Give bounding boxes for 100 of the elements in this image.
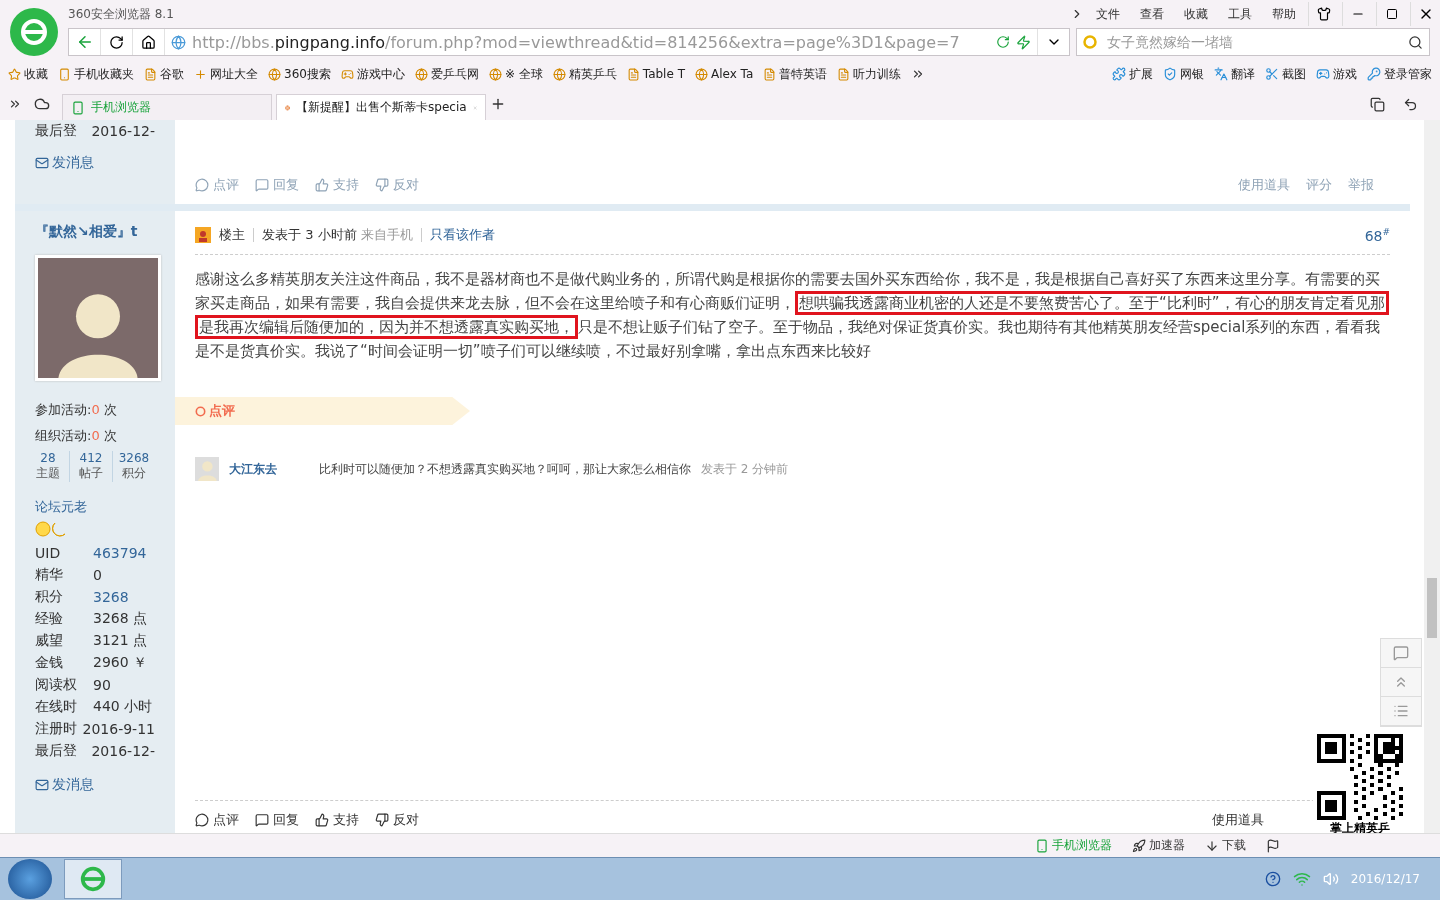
phone-icon — [71, 100, 85, 115]
bookmark-link[interactable]: 听力训练 — [837, 65, 902, 83]
extension-icon — [1367, 67, 1381, 81]
search-bar[interactable]: 女子竟然嫁给一堵墙 — [1076, 28, 1430, 56]
activity-count: 组织活动:0 次 — [35, 427, 118, 445]
profile-value: 2960 ￥ — [93, 654, 148, 672]
bookmark-link[interactable]: 手机收藏夹 — [58, 65, 134, 83]
send-message-link[interactable]: 发消息 — [35, 154, 155, 172]
search-field[interactable]: 女子竟然嫁给一堵墙 — [1105, 33, 1402, 51]
flag-icon[interactable] — [1266, 838, 1280, 853]
bookmark-icon — [8, 67, 21, 81]
bookmark-icon — [488, 67, 502, 81]
taskbar-browser-button[interactable] — [64, 859, 122, 899]
e-logo-icon — [18, 16, 50, 48]
reload-icon — [109, 34, 124, 50]
search-engine-icon — [1083, 34, 1099, 50]
thumbs-up-icon — [315, 178, 329, 192]
undo-close-icon[interactable] — [1403, 96, 1418, 112]
bookmark-icon — [763, 67, 777, 81]
post-action-link[interactable]: 支持 — [315, 811, 359, 829]
profile-value-link[interactable]: 3268 — [93, 589, 129, 605]
send-message-link[interactable]: 发消息 — [35, 776, 155, 794]
bookmark-icon — [694, 67, 708, 81]
bookmark-icon — [626, 67, 640, 81]
profile-value: 2016-12- — [91, 123, 155, 139]
bookmark-icon — [194, 67, 207, 81]
profile-value: 3121 点 — [93, 632, 148, 650]
tabs-icon[interactable] — [1370, 96, 1385, 112]
bookmark-link[interactable]: Table T — [626, 67, 685, 81]
profile-label: 最后登 — [35, 122, 78, 140]
stat-value[interactable]: 3268 — [118, 451, 150, 465]
floor-number-link[interactable]: 68$^{#}$ — [1364, 226, 1390, 244]
start-button[interactable] — [8, 859, 52, 899]
profile-label: 威望 — [35, 632, 64, 650]
extension-button[interactable]: 截图 — [1265, 65, 1306, 83]
profile-value: 2016-12- — [91, 743, 155, 759]
circle-icon — [195, 405, 206, 417]
bookmark-icon — [552, 67, 566, 81]
bookmark-link[interactable]: Alex Ta — [694, 67, 754, 81]
post-action-link[interactable]: 反对 — [375, 811, 419, 829]
profile-label: 经验 — [35, 610, 64, 628]
bookmark-link[interactable]: 爱乒乓网 — [414, 65, 479, 83]
stat-label: 积分 — [122, 465, 146, 482]
extension-button[interactable]: 网银 — [1163, 65, 1204, 83]
reply-icon — [255, 813, 269, 827]
home-icon — [141, 34, 156, 50]
profile-label: 积分 — [35, 588, 64, 606]
bookmark-icon — [268, 67, 281, 81]
stat-value[interactable]: 28 — [40, 451, 56, 465]
post-action-link[interactable]: 回复 — [255, 811, 299, 829]
extension-icon — [1214, 67, 1228, 81]
comment-text: 比利时可以随便加？不想透露真实购买地？呵呵，那让大家怎么相信你 — [319, 460, 691, 478]
bookmark-icon — [837, 67, 851, 81]
mail-icon — [35, 156, 49, 170]
extension-icon — [1163, 67, 1177, 81]
bookmark-link[interactable]: 游戏中心 — [340, 65, 405, 83]
host-icon — [195, 227, 211, 243]
status-bar-button[interactable]: 加速器 — [1132, 837, 1185, 854]
browser-tab[interactable]: 【新提醒】出售个斯蒂卡specia — [276, 94, 486, 120]
extension-button[interactable]: 游戏 — [1316, 65, 1357, 83]
stat-label: 帖子 — [79, 465, 103, 482]
bookmark-link[interactable]: 谷歌 — [144, 65, 184, 83]
rank-link[interactable]: 论坛元老 — [35, 498, 155, 516]
help-tray-icon[interactable] — [1264, 871, 1281, 887]
commenter-name-link[interactable]: 大江东去 — [229, 460, 309, 478]
bookmark-link[interactable]: ※ 全球 — [488, 65, 543, 83]
extension-button[interactable]: 登录管家 — [1367, 65, 1432, 83]
tab-label: 【新提醒】出售个斯蒂卡specia — [296, 99, 467, 116]
address-bar[interactable]: http://bbs.pingpang.info/forum.php?mod=viewthread&tid=814256&extra=page%3D1&page=7 — [68, 28, 1070, 56]
reply-icon — [255, 178, 269, 192]
bookmark-icon — [144, 67, 157, 81]
extension-icon — [1112, 67, 1126, 81]
menu-item[interactable]: 收藏 — [1176, 5, 1216, 23]
menu-item[interactable]: 工具 — [1220, 5, 1260, 23]
extension-button[interactable]: 扩展 — [1112, 65, 1153, 83]
bookmark-link[interactable]: 普特英语 — [763, 65, 828, 83]
profile-value: 90 — [93, 677, 111, 693]
post-tool-link[interactable]: 使用道具 — [1212, 811, 1264, 829]
menu-item[interactable]: 查看 — [1132, 5, 1172, 23]
extension-button[interactable]: 翻译 — [1214, 65, 1255, 83]
stat-value[interactable]: 412 — [79, 451, 103, 465]
bookmark-link[interactable]: 收藏 — [8, 65, 48, 83]
author-only-link[interactable]: 只看该作者 — [429, 226, 495, 244]
bookmark-link[interactable]: 360搜索 — [268, 65, 331, 83]
profile-value-link[interactable]: 463794 — [93, 545, 147, 561]
author-name-link[interactable]: 『默然↘相爱』t — [35, 223, 155, 241]
taskbar-date: 2016/12/17 — [1350, 872, 1420, 886]
status-bar-button[interactable]: 下载 — [1205, 837, 1246, 854]
post-action-link[interactable]: 点评 — [195, 811, 239, 829]
bookmark-icon — [414, 67, 428, 81]
cloud-icon — [34, 96, 50, 112]
download-icon — [1205, 838, 1219, 853]
bookmark-icon — [340, 67, 354, 81]
list-icon — [1393, 703, 1409, 719]
bookmark-link[interactable]: 网址大全 — [194, 65, 258, 83]
profile-label: 金钱 — [35, 654, 64, 672]
menu-item[interactable]: 文件 — [1088, 5, 1128, 23]
new-tab-icon[interactable] — [490, 96, 506, 112]
bookmark-link[interactable]: 精英乒乓 — [552, 65, 617, 83]
menu-item[interactable]: 帮助 — [1264, 5, 1304, 23]
